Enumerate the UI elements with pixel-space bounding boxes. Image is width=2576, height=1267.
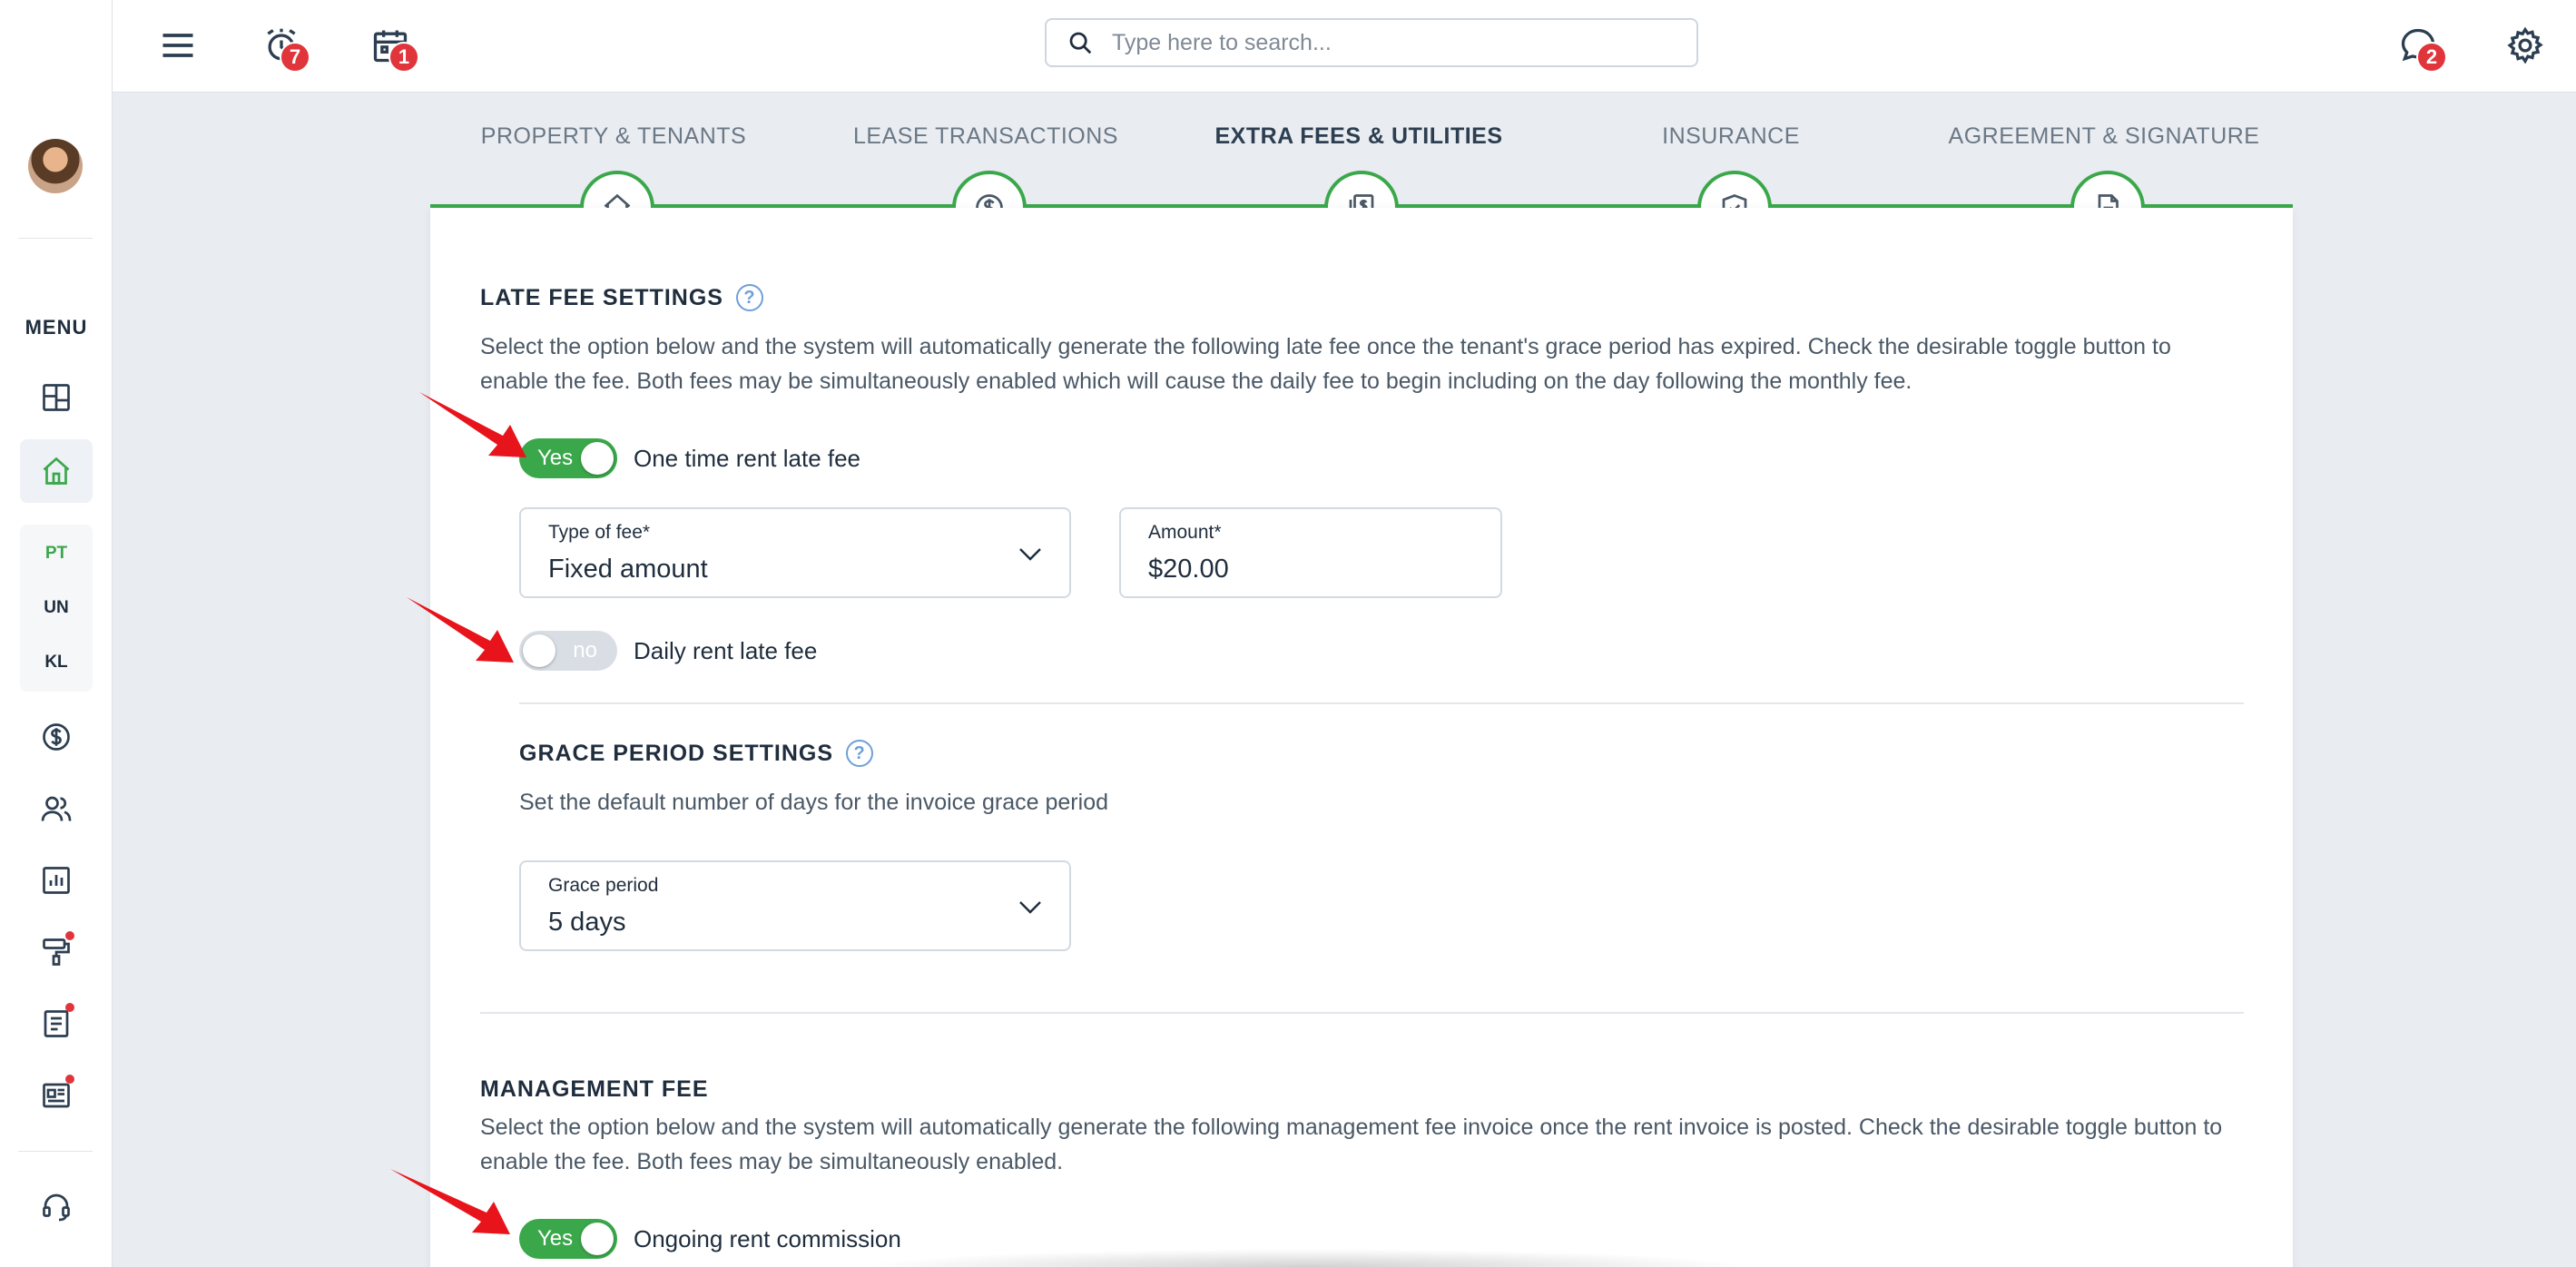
late-fee-settings-title: LATE FEE SETTINGS ? (480, 284, 763, 311)
management-fee-heading: MANAGEMENT FEE (480, 1076, 709, 1102)
late-fee-settings-heading: LATE FEE SETTINGS (480, 284, 723, 310)
sidebar-item-maintenance[interactable] (20, 920, 93, 984)
step-insurance-label[interactable]: INSURANCE (1662, 123, 1800, 150)
calendar-button[interactable]: 1 (365, 20, 419, 73)
grace-period-help-icon[interactable]: ? (846, 740, 874, 767)
management-fee-description-line-2: enable the fee. Both fees may be simulta… (480, 1149, 1064, 1174)
menu-label: MENU (25, 316, 88, 339)
sidebar-item-properties[interactable] (20, 439, 93, 503)
sidebar-item-payments[interactable] (20, 705, 93, 769)
section-divider (480, 1012, 2244, 1014)
grace-period-value: 5 days (548, 908, 626, 937)
management-fee-description: Select the option below and the system w… (480, 1110, 2222, 1179)
type-of-fee-label: Type of fee* (548, 522, 651, 543)
grace-period-label: Grace period (548, 875, 659, 896)
hamburger-menu-button[interactable] (152, 20, 203, 71)
top-bar: 7 1 2 (113, 0, 2576, 93)
fees-card: LATE FEE SETTINGS ? Select the option be… (430, 208, 2293, 1267)
toggle-knob (581, 442, 614, 475)
avatar[interactable] (28, 139, 83, 193)
amount-value: $20.00 (1148, 555, 1229, 584)
hamburger-icon (162, 34, 193, 57)
annotation-arrow-icon (407, 597, 514, 663)
one-time-late-fee-toggle[interactable]: Yes (519, 438, 617, 478)
calendar-badge: 1 (388, 42, 419, 73)
grace-period-heading: GRACE PERIOD SETTINGS (519, 740, 834, 766)
one-time-late-fee-label: One time rent late fee (634, 445, 861, 472)
headset-icon (43, 1193, 70, 1222)
shortcut-un[interactable]: UN (20, 598, 93, 618)
search-icon (1069, 32, 1092, 54)
type-of-fee-select[interactable]: Type of fee* Fixed amount (519, 507, 1071, 598)
toggle-state-label: Yes (537, 446, 574, 470)
gear-icon (2507, 26, 2543, 64)
ongoing-rent-commission-label: Ongoing rent commission (634, 1225, 901, 1252)
chevron-down-icon (1019, 548, 1041, 561)
section-divider (519, 702, 2244, 704)
sidebar-item-people[interactable] (20, 777, 93, 840)
step-property-tenants-label[interactable]: PROPERTY & TENANTS (481, 123, 746, 150)
home-icon (43, 457, 70, 485)
late-fee-description-line-2: enable the fee. Both fees may be simulta… (480, 368, 1912, 394)
sidebar-divider (18, 1151, 93, 1152)
step-agreement-label[interactable]: AGREEMENT & SIGNATURE (1949, 123, 2260, 150)
annotation-arrow-icon (390, 1169, 510, 1234)
toggle-state-label: no (573, 638, 597, 663)
dollar-icon (43, 723, 70, 751)
sidebar: MENU PT UN KL (0, 0, 113, 1267)
settings-button[interactable] (2500, 20, 2551, 71)
grace-period-title: GRACE PERIOD SETTINGS ? (519, 740, 874, 767)
grace-period-description: Set the default number of days for the i… (519, 790, 1108, 815)
late-fee-help-icon[interactable]: ? (735, 284, 763, 311)
grace-period-select[interactable]: Grace period 5 days (519, 860, 1071, 951)
newspaper-icon (43, 1083, 70, 1108)
chart-icon (43, 867, 70, 894)
sidebar-item-dashboard[interactable] (20, 366, 93, 429)
toggle-knob (581, 1223, 614, 1255)
sidebar-item-news[interactable] (20, 1064, 93, 1127)
chevron-down-icon (1019, 901, 1041, 914)
sidebar-item-reports[interactable] (20, 849, 93, 912)
step-extra-fees-label[interactable]: EXTRA FEES & UTILITIES (1214, 123, 1502, 150)
messages-badge: 2 (2416, 42, 2447, 73)
toggle-knob (523, 634, 556, 667)
late-fee-description: Select the option below and the system w… (480, 329, 2171, 398)
ongoing-rent-commission-toggle[interactable]: Yes (519, 1219, 617, 1259)
messages-button[interactable]: 2 (2393, 20, 2447, 73)
notification-dot (65, 931, 74, 940)
sidebar-divider (18, 238, 93, 239)
daily-late-fee-toggle[interactable]: no (519, 631, 617, 671)
search-box[interactable] (1045, 18, 1698, 67)
annotation-arrow-icon (419, 392, 526, 457)
late-fee-description-line-1: Select the option below and the system w… (480, 334, 2171, 359)
shortcut-kl[interactable]: KL (20, 653, 93, 673)
toggle-state-label: Yes (537, 1226, 574, 1251)
step-lease-transactions-label[interactable]: LEASE TRANSACTIONS (853, 123, 1118, 150)
daily-late-fee-label: Daily rent late fee (634, 637, 818, 664)
document-icon (44, 1010, 69, 1037)
paint-roller-icon (43, 938, 70, 966)
amount-field[interactable]: Amount* $20.00 (1119, 507, 1502, 598)
management-fee-description-line-1: Select the option below and the system w… (480, 1115, 2223, 1140)
notification-dot (65, 1003, 74, 1012)
type-of-fee-value: Fixed amount (548, 555, 708, 584)
management-fee-title: MANAGEMENT FEE (480, 1076, 709, 1103)
sidebar-item-support[interactable] (20, 1174, 93, 1238)
people-icon (41, 796, 72, 821)
dashboard-icon (43, 384, 70, 411)
notification-dot (65, 1075, 74, 1084)
alarms-button[interactable]: 7 (256, 20, 310, 73)
amount-label: Amount* (1148, 522, 1222, 543)
search-input[interactable] (1112, 29, 1657, 56)
shortcut-pt[interactable]: PT (20, 544, 93, 564)
sidebar-item-documents[interactable] (20, 992, 93, 1056)
alarms-badge: 7 (280, 42, 310, 73)
